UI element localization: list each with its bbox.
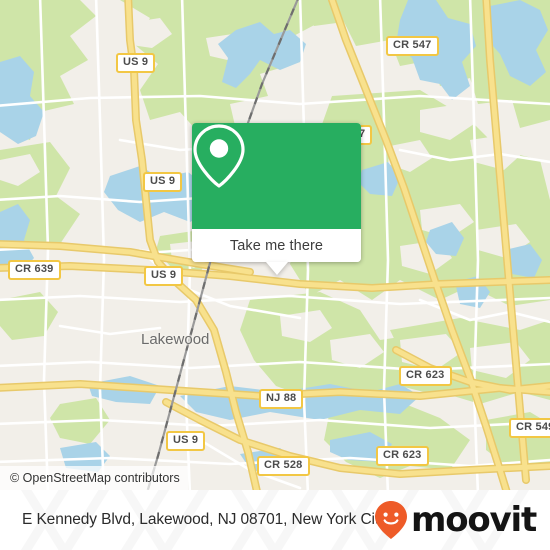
moovit-brand[interactable]: moovit xyxy=(374,490,537,550)
road-shield-cr549[interactable]: CR 549 xyxy=(509,418,550,438)
moovit-pin-icon xyxy=(374,501,407,539)
road-shield-cr547[interactable]: CR 547 xyxy=(386,36,439,56)
popup-footer[interactable]: Take me there xyxy=(192,229,361,262)
popup-tail-pointer xyxy=(265,262,288,275)
road-shield-cr623-upper[interactable]: CR 623 xyxy=(399,366,452,386)
road-shield-nj88[interactable]: NJ 88 xyxy=(259,389,304,409)
take-me-there-label: Take me there xyxy=(229,237,324,254)
popup-card[interactable]: Take me there xyxy=(192,123,361,262)
screenshot-root: Lakewood US 9 CR 547 7 US 9 CR 639 US 9 … xyxy=(0,0,550,550)
place-label-lakewood: Lakewood xyxy=(141,331,210,348)
map-pin-icon xyxy=(193,124,245,188)
osm-attribution-text: © OpenStreetMap contributors xyxy=(10,471,180,485)
footer-address-text: E Kennedy Blvd, Lakewood, NJ 08701, New … xyxy=(22,511,387,528)
footer-bar: E Kennedy Blvd, Lakewood, NJ 08701, New … xyxy=(0,490,550,550)
road-shield-us9-center[interactable]: US 9 xyxy=(144,266,184,286)
road-shield-us9-north[interactable]: US 9 xyxy=(116,53,156,73)
road-shield-cr528[interactable]: CR 528 xyxy=(257,456,310,476)
road-shield-us9-south[interactable]: US 9 xyxy=(166,431,206,451)
road-shield-cr623-lower[interactable]: CR 623 xyxy=(376,446,429,466)
location-popup[interactable]: Take me there xyxy=(192,123,361,275)
map-canvas[interactable]: Lakewood US 9 CR 547 7 US 9 CR 639 US 9 … xyxy=(0,0,550,490)
popup-header xyxy=(192,123,361,229)
moovit-wordmark: moovit xyxy=(410,500,537,540)
osm-attribution[interactable]: © OpenStreetMap contributors xyxy=(0,466,188,490)
road-shield-us9-mid[interactable]: US 9 xyxy=(143,172,183,192)
road-shield-cr639[interactable]: CR 639 xyxy=(8,260,61,280)
